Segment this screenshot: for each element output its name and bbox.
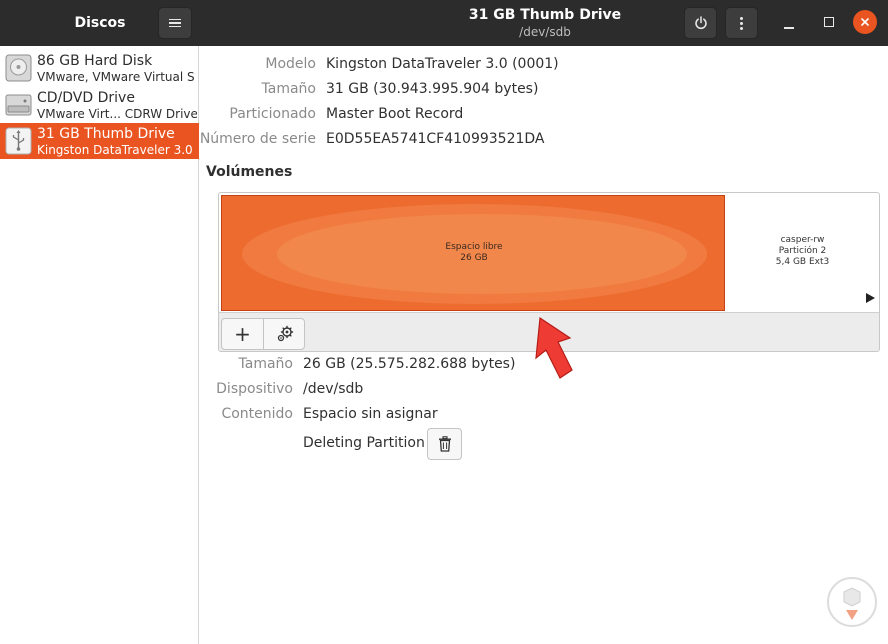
device-label: Dispositivo — [216, 381, 293, 397]
hamburger-icon — [169, 18, 181, 28]
disk-description: Kingston DataTraveler 3.0 — [37, 143, 193, 157]
hamburger-menu-button[interactable] — [158, 7, 192, 39]
minimize-button[interactable] — [784, 17, 794, 29]
optical-drive-icon — [5, 94, 32, 116]
trash-icon — [438, 436, 451, 452]
partition-number: Partición 2 — [778, 246, 827, 256]
partition-label: casper-rw Partición 2 5,4 GB Ext3 — [726, 235, 879, 268]
play-arrow-icon — [866, 293, 875, 303]
create-partition-button[interactable]: + — [222, 319, 264, 349]
minimize-icon — [784, 27, 794, 29]
free-space-size: 26 GB — [460, 253, 488, 263]
header-bar: Discos 31 GB Thumb Drive /dev/sdb — [0, 0, 888, 46]
disk-details-panel: Modelo Kingston DataTraveler 3.0 (0001) … — [200, 46, 888, 644]
contents-label: Contenido — [221, 406, 293, 422]
close-button[interactable] — [853, 10, 877, 34]
partition-name: casper-rw — [780, 235, 825, 245]
sidebar-item-cd-dvd-drive[interactable]: CD/DVD Drive VMware Virt... CDRW Drive — [0, 87, 199, 123]
disk-name: CD/DVD Drive — [37, 90, 135, 106]
serial-number-value: E0D55EA5741CF410993521DA — [326, 131, 545, 147]
partitioning-label: Particionado — [229, 106, 316, 122]
model-value: Kingston DataTraveler 3.0 (0001) — [326, 56, 559, 72]
plus-icon: + — [234, 322, 251, 346]
serial-number-label: Número de serie — [199, 131, 316, 147]
window-title: 31 GB Thumb Drive — [468, 7, 622, 23]
free-space-volume[interactable]: Espacio libre 26 GB — [221, 195, 725, 311]
partitioning-value: Master Boot Record — [326, 106, 464, 122]
window-subtitle: /dev/sdb — [519, 25, 571, 39]
volume-button-group: + — [221, 318, 305, 350]
disk-name: 31 GB Thumb Drive — [37, 126, 175, 142]
delete-partition-button[interactable] — [427, 428, 462, 460]
partition-size: 5,4 GB Ext3 — [775, 257, 830, 267]
window-title-area: 31 GB Thumb Drive /dev/sdb — [420, 5, 670, 39]
partition-2-volume[interactable]: casper-rw Partición 2 5,4 GB Ext3 — [726, 195, 879, 311]
sidebar-item-hard-disk[interactable]: 86 GB Hard Disk VMware, VMware Virtual S — [0, 50, 199, 86]
disk-description: VMware, VMware Virtual S — [37, 70, 195, 84]
close-icon — [860, 17, 870, 27]
hard-disk-icon — [5, 54, 32, 82]
annotation-arrow-icon — [535, 316, 573, 379]
partition-settings-button[interactable] — [264, 319, 306, 349]
disk-name: 86 GB Hard Disk — [37, 53, 153, 69]
free-space-label: Espacio libre 26 GB — [222, 242, 724, 264]
free-space-title: Espacio libre — [445, 242, 503, 252]
model-label: Modelo — [265, 56, 316, 72]
device-value: /dev/sdb — [303, 381, 364, 397]
contents-value: Espacio sin asignar — [303, 406, 438, 422]
drive-options-button[interactable] — [725, 7, 758, 39]
volumes-heading: Volúmenes — [206, 164, 293, 180]
selection-size-value: 26 GB (25.575.282.688 bytes) — [303, 356, 516, 372]
maximize-button[interactable] — [824, 17, 834, 27]
power-icon — [694, 16, 707, 30]
size-label: Tamaño — [261, 81, 316, 97]
deleting-partition-label: Deleting Partition — [303, 435, 425, 451]
gears-icon — [277, 325, 294, 342]
sidebar-item-thumb-drive[interactable]: 31 GB Thumb Drive Kingston DataTraveler … — [0, 123, 199, 159]
kebab-menu-icon — [740, 16, 743, 30]
selection-size-label: Tamaño — [238, 356, 293, 372]
disk-description: VMware Virt... CDRW Drive — [37, 107, 197, 121]
power-off-button[interactable] — [684, 7, 717, 39]
watermark-logo-icon — [827, 577, 877, 627]
usb-drive-icon — [5, 127, 32, 155]
disk-list-sidebar: 86 GB Hard Disk VMware, VMware Virtual S… — [0, 46, 199, 644]
size-value: 31 GB (30.943.995.904 bytes) — [326, 81, 539, 97]
